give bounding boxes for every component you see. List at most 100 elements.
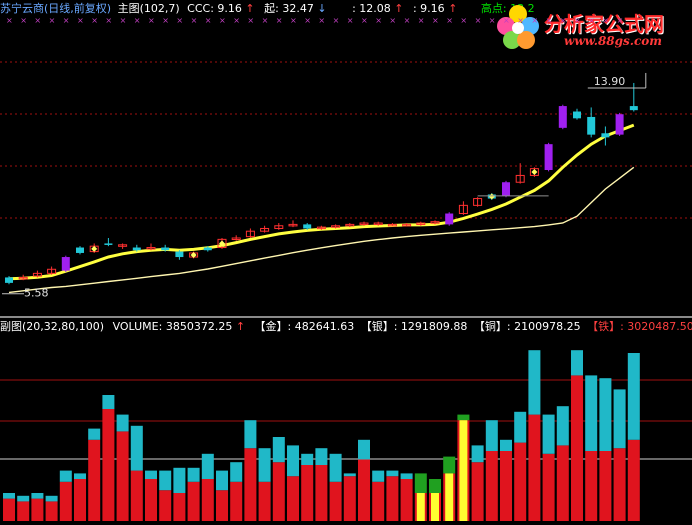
- volume-bar-upper: [542, 414, 555, 454]
- volume-bar-upper: [88, 428, 101, 440]
- iron-value: 【铁】: 3020487.50: [587, 320, 692, 333]
- volume-bar-lower: [258, 481, 271, 521]
- candle-body: [601, 133, 610, 138]
- volume-bar-upper: [386, 470, 399, 477]
- volume-bar-upper: [301, 453, 314, 465]
- diamond-marker-icon: [91, 245, 98, 252]
- low-price-label: 5.58: [24, 286, 49, 299]
- diamond-marker-icon: [488, 193, 495, 200]
- marker-x: ×: [560, 16, 567, 25]
- sub-chart-label: 副图(20,32,80,100): [0, 320, 105, 333]
- volume-bar-lower: [201, 479, 214, 521]
- volume-bar-upper: [74, 473, 86, 479]
- volume-bar-upper: [272, 437, 285, 463]
- volume-bar-upper: [500, 439, 512, 451]
- marker-x: ×: [233, 16, 240, 25]
- volume-bar-upper: [599, 378, 612, 451]
- marker-x: ×: [148, 16, 155, 25]
- candle-body: [629, 106, 638, 111]
- panel-divider[interactable]: [0, 316, 692, 318]
- marker-x: ×: [531, 16, 538, 25]
- marker-x: ×: [49, 16, 56, 25]
- marker-x: ×: [276, 16, 283, 25]
- volume-bar-upper: [414, 473, 427, 493]
- marker-x: ×: [304, 16, 311, 25]
- volume-bar-upper: [485, 420, 498, 451]
- volume-bar-lower: [585, 451, 598, 521]
- marker-x: ×: [162, 16, 169, 25]
- volume-value: VOLUME: 3850372.25: [112, 320, 233, 333]
- up-arrow-icon: ↑: [448, 2, 458, 15]
- candle-body: [544, 144, 553, 170]
- volume-bar-lower: [130, 470, 143, 521]
- marker-x: ×: [588, 16, 595, 25]
- volume-bar-upper: [159, 470, 172, 491]
- marker-x: ×: [432, 16, 439, 25]
- marker-x: ×: [389, 16, 396, 25]
- volume-bar-lower: [17, 501, 30, 521]
- marker-x: ×: [318, 16, 325, 25]
- marker-x: ×: [617, 16, 624, 25]
- value-3: : 9.16: [412, 2, 445, 15]
- volume-bar-upper: [571, 350, 583, 376]
- volume-bar-lower: [272, 462, 285, 521]
- up-arrow-icon: ↑: [394, 2, 404, 15]
- volume-bar-upper: [116, 414, 129, 432]
- volume-bar-lower: [372, 481, 385, 521]
- volume-bar-upper: [627, 353, 640, 440]
- candle-body: [502, 182, 510, 196]
- volume-bar-yellow: [445, 473, 454, 521]
- marker-x: ×: [404, 16, 411, 25]
- volume-bar-lower: [343, 476, 356, 521]
- stock-label[interactable]: 苏宁云商(日线,前复权): [0, 2, 111, 16]
- marker-x: ×: [460, 16, 467, 25]
- volume-bar-upper: [287, 445, 299, 477]
- volume-bar-upper: [372, 470, 385, 482]
- volume-bar-upper: [400, 473, 413, 479]
- volume-bar-upper: [258, 448, 271, 482]
- candle-body: [132, 247, 141, 251]
- marker-x: ×: [446, 16, 453, 25]
- volume-bar-upper: [613, 389, 626, 449]
- volume-bar-lower: [542, 453, 555, 521]
- marker-x: ×: [134, 16, 141, 25]
- volume-bar-upper: [429, 479, 441, 493]
- volume-bar-upper: [315, 448, 328, 465]
- volume-bar-upper: [173, 467, 186, 493]
- volume-sub-chart[interactable]: [0, 335, 692, 524]
- main-price-chart[interactable]: × × × × × × × × × × × × × × × × × × × × × × × × × × × × × × × × × × × × × × × ×…: [0, 16, 692, 316]
- volume-bar-lower: [59, 481, 72, 521]
- marker-x: ×: [347, 16, 354, 25]
- volume-bar-yellow: [416, 493, 425, 521]
- marker-x: ×: [205, 16, 212, 25]
- candle-body: [61, 257, 70, 271]
- volume-bar-upper: [457, 414, 470, 421]
- volume-bar-lower: [627, 439, 640, 521]
- volume-bar-lower: [528, 414, 541, 521]
- main-chart-label: 主图(102,7): [117, 2, 180, 15]
- candle-body: [5, 277, 13, 283]
- marker-x: ×: [105, 16, 112, 25]
- volume-bar-lower: [358, 459, 370, 521]
- value-2: : 12.08: [352, 2, 391, 15]
- volume-bar-lower: [613, 448, 626, 521]
- copper-value: 【铜】: 2100978.25: [473, 320, 581, 333]
- volume-bar-upper: [201, 453, 214, 479]
- marker-x: ×: [6, 16, 13, 25]
- volume-bar-lower: [514, 442, 527, 521]
- volume-bar-lower: [88, 439, 101, 521]
- volume-bar-lower: [74, 479, 86, 521]
- volume-bar-lower: [599, 451, 612, 521]
- volume-bar-lower: [386, 476, 399, 521]
- volume-bar-upper: [31, 493, 44, 499]
- marker-x: ×: [602, 16, 609, 25]
- marker-x: ×: [517, 16, 524, 25]
- candle-body: [587, 116, 596, 135]
- marker-x: ×: [290, 16, 297, 25]
- volume-bar-lower: [45, 501, 58, 521]
- volume-bar-upper: [343, 473, 356, 477]
- sub-chart-header: 副图(20,32,80,100) VOLUME: 3850372.25 ↑ 【金…: [0, 320, 692, 334]
- volume-bar-upper: [59, 470, 72, 482]
- volume-bar-lower: [500, 451, 512, 521]
- marker-x: ×: [120, 16, 127, 25]
